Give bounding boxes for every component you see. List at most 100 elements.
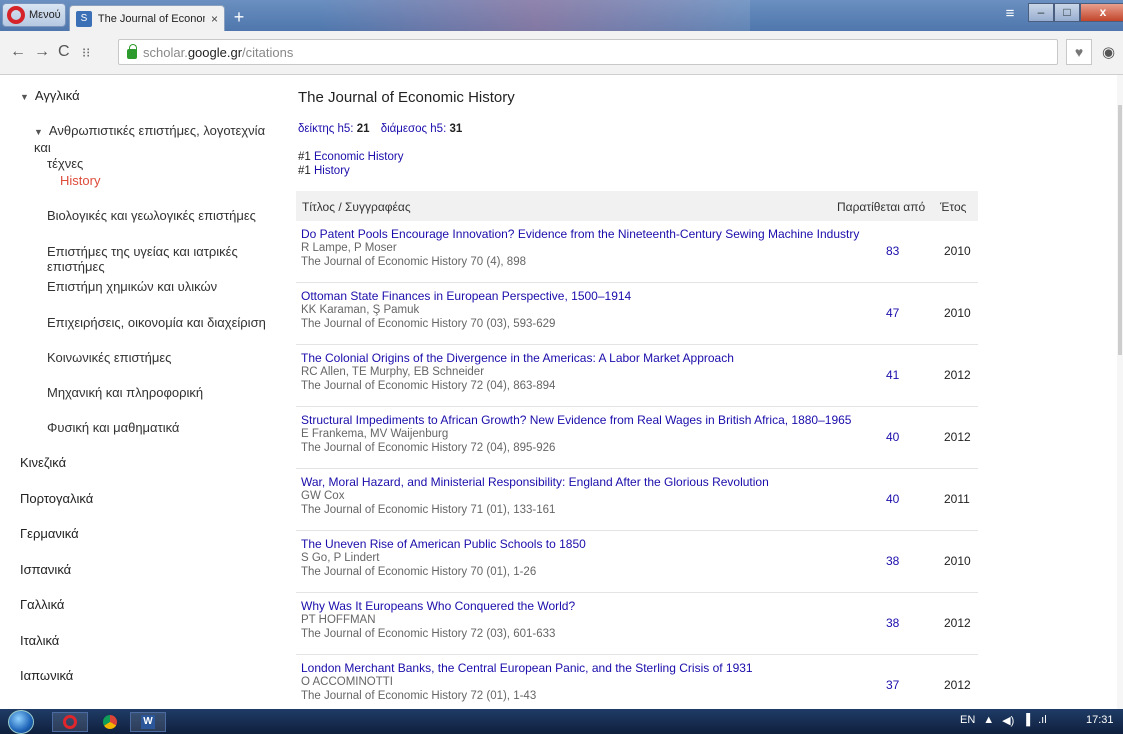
language-indicator[interactable]: EN: [960, 714, 975, 727]
sidebar-item-german[interactable]: Γερμανικά: [20, 526, 79, 541]
category-ranks: #1 Economic History #1 History: [298, 150, 403, 178]
article-title-link[interactable]: London Merchant Banks, the Central Europ…: [301, 661, 753, 675]
address-bar[interactable]: scholar.google.gr/citations: [118, 39, 1058, 65]
reload-icon[interactable]: C: [58, 43, 70, 61]
sidebar-item-bio-geo[interactable]: Βιολογικές και γεωλογικές επιστήμες: [47, 208, 256, 223]
browser-title-bar: Μενού S The Journal of Economic H × + ≡ …: [0, 0, 1123, 31]
cited-by-link[interactable]: 38: [886, 554, 899, 568]
start-button-icon[interactable]: [8, 710, 34, 734]
opera-taskbar-icon[interactable]: [52, 712, 88, 732]
scrollbar-thumb[interactable]: [1118, 105, 1122, 355]
minimize-button[interactable]: –: [1028, 3, 1054, 22]
h5-index-link[interactable]: δείκτης h5:: [298, 123, 354, 135]
article-title-link[interactable]: War, Moral Hazard, and Ministerial Respo…: [301, 475, 769, 489]
sidebar-item-japanese[interactable]: Ιαπωνικά: [20, 668, 73, 683]
table-row: Why Was It Europeans Who Conquered the W…: [296, 593, 978, 655]
forward-arrow-icon[interactable]: →: [34, 43, 50, 61]
close-tab-icon[interactable]: ×: [211, 12, 218, 26]
sidebar-item-social[interactable]: Κοινωνικές επιστήμες: [47, 350, 171, 365]
table-row: Do Patent Pools Encourage Innovation? Ev…: [296, 221, 978, 283]
column-cited-by[interactable]: Παρατίθεται από: [837, 200, 925, 214]
menu-label: Μενού: [29, 9, 61, 21]
article-year: 2012: [944, 368, 971, 382]
article-title-link[interactable]: Ottoman State Finances in European Persp…: [301, 289, 631, 303]
cited-by-link[interactable]: 38: [886, 616, 899, 630]
h5-index-value: 21: [356, 123, 370, 135]
network-icon[interactable]: ▐: [1022, 714, 1030, 727]
table-row: Structural Impediments to African Growth…: [296, 407, 978, 469]
maximize-button[interactable]: □: [1054, 3, 1080, 22]
sidebar-item-engineering[interactable]: Μηχανική και πληροφορική: [47, 385, 203, 400]
article-source: The Journal of Economic History 72 (04),…: [301, 380, 556, 392]
table-row: London Merchant Banks, the Central Europ…: [296, 655, 978, 717]
sidebar-item-humanities[interactable]: ▼ Ανθρωπιστικές επιστήμες, λογοτεχνία και…: [34, 123, 284, 172]
table-row: The Colonial Origins of the Divergence i…: [296, 345, 978, 407]
article-title-link[interactable]: Structural Impediments to African Growth…: [301, 413, 851, 427]
article-authors: KK Karaman, Ş Pamuk: [301, 304, 420, 316]
cited-by-link[interactable]: 41: [886, 368, 899, 382]
title-bar-decoration: [320, 0, 750, 31]
article-authors: O ACCOMINOTTI: [301, 676, 393, 688]
category-link-history[interactable]: History: [314, 165, 350, 177]
article-source: The Journal of Economic History 70 (03),…: [301, 318, 556, 330]
article-authors: PT HOFFMAN: [301, 614, 376, 626]
cited-by-link[interactable]: 40: [886, 430, 899, 444]
article-year: 2011: [944, 492, 970, 506]
close-window-button[interactable]: x: [1080, 3, 1123, 22]
sidebar-item-portuguese[interactable]: Πορτογαλικά: [20, 491, 93, 506]
sidebar-item-french[interactable]: Γαλλικά: [20, 597, 64, 612]
system-tray: EN ▲ ◀) ▐ .ıl: [960, 714, 1047, 727]
article-title-link[interactable]: Why Was It Europeans Who Conquered the W…: [301, 599, 575, 613]
article-year: 2012: [944, 430, 971, 444]
new-tab-button[interactable]: +: [230, 8, 248, 26]
sidebar-item-history[interactable]: History: [60, 173, 100, 188]
column-year[interactable]: Έτος: [940, 200, 966, 214]
h5-median-value: 31: [449, 123, 463, 135]
table-header: Τίτλος / Συγγραφέας Παρατίθεται από Έτος: [296, 191, 978, 221]
account-icon[interactable]: ◉: [1102, 43, 1115, 61]
bookmark-heart-icon[interactable]: ♥: [1066, 39, 1092, 65]
browser-menu-icon[interactable]: ≡: [1000, 3, 1020, 25]
sidebar-item-italian[interactable]: Ιταλικά: [20, 633, 59, 648]
expanded-triangle-icon: ▼: [34, 127, 43, 137]
volume-icon[interactable]: ◀): [1002, 714, 1014, 727]
article-title-link[interactable]: Do Patent Pools Encourage Innovation? Ev…: [301, 227, 859, 241]
article-year: 2010: [944, 554, 971, 568]
article-authors: R Lampe, P Moser: [301, 242, 397, 254]
column-title-author: Τίτλος / Συγγραφέας: [302, 200, 411, 214]
page-scrollbar[interactable]: [1117, 75, 1123, 709]
sidebar-item-business[interactable]: Επιχειρήσεις, οικονομία και διαχείριση: [47, 315, 266, 330]
url-text: scholar.google.gr/citations: [143, 44, 294, 60]
word-taskbar-icon[interactable]: W: [130, 712, 166, 732]
window-controls: ≡ – □ x: [1000, 3, 1123, 25]
category-sidebar: ▼ Αγγλικά ▼ Ανθρωπιστικές επιστήμες, λογοτ…: [0, 75, 285, 709]
cited-by-link[interactable]: 37: [886, 678, 899, 692]
article-year: 2012: [944, 678, 971, 692]
article-source: The Journal of Economic History 72 (04),…: [301, 442, 556, 454]
article-source: The Journal of Economic History 70 (4), …: [301, 256, 526, 268]
signal-icon[interactable]: .ıl: [1038, 714, 1047, 727]
clock[interactable]: 17:31: [1086, 714, 1114, 726]
chrome-taskbar-icon[interactable]: [92, 712, 128, 732]
rank-prefix: #1: [298, 151, 311, 163]
cited-by-link[interactable]: 47: [886, 306, 899, 320]
publication-panel: The Journal of Economic History δείκτης …: [296, 75, 978, 709]
sidebar-item-physics[interactable]: Φυσική και μαθηματικά: [47, 420, 179, 435]
h5-median-link[interactable]: διάμεσος h5:: [381, 123, 447, 135]
article-title-link[interactable]: The Colonial Origins of the Divergence i…: [301, 351, 734, 365]
cited-by-link[interactable]: 83: [886, 244, 899, 258]
category-link-economic-history[interactable]: Economic History: [314, 151, 403, 163]
opera-menu-button[interactable]: Μενού: [2, 3, 66, 27]
sidebar-item-chinese[interactable]: Κινεζικά: [20, 455, 66, 470]
sidebar-item-chemistry[interactable]: Επιστήμη χημικών και υλικών: [47, 279, 217, 294]
show-hidden-icons-icon[interactable]: ▲: [983, 714, 994, 727]
scholar-favicon-icon: S: [76, 10, 92, 27]
cited-by-link[interactable]: 40: [886, 492, 899, 506]
sidebar-item-spanish[interactable]: Ισπανικά: [20, 562, 71, 577]
speed-dial-grid-icon[interactable]: ⁝⁝: [82, 45, 90, 61]
sidebar-item-health[interactable]: Επιστήμες της υγείας και ιατρικές επιστή…: [47, 244, 285, 274]
article-title-link[interactable]: The Uneven Rise of American Public Schoo…: [301, 537, 586, 551]
browser-tab[interactable]: S The Journal of Economic H ×: [69, 5, 225, 31]
back-arrow-icon[interactable]: ←: [10, 43, 26, 61]
sidebar-item-english[interactable]: ▼ Αγγλικά: [20, 88, 80, 103]
